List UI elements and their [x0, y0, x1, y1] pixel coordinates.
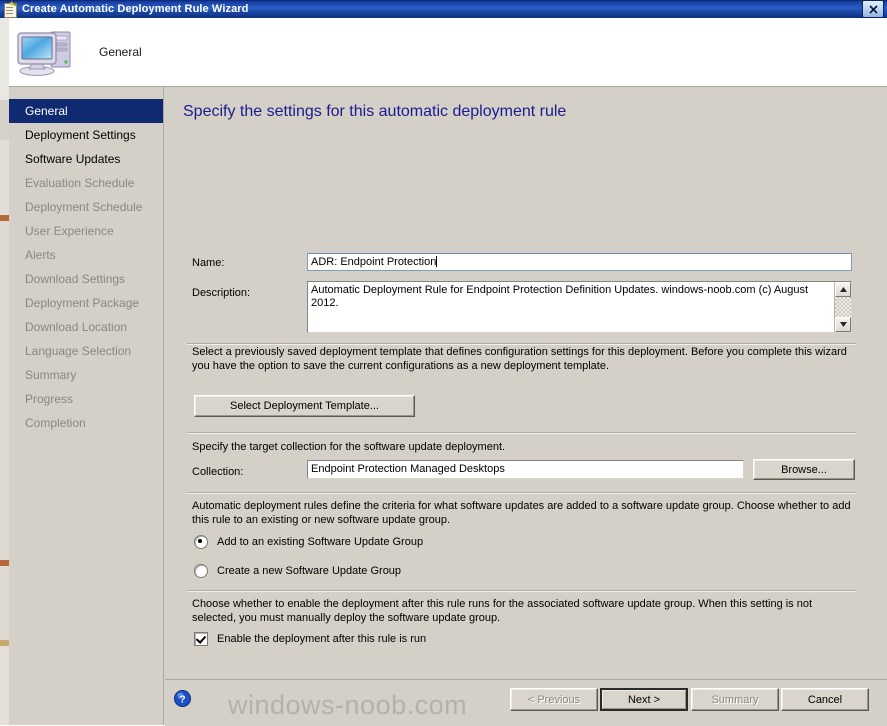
- wizard-page-content: Specify the settings for this automatic …: [165, 87, 887, 679]
- template-section-paragraph: Select a previously saved deployment tem…: [192, 346, 847, 372]
- description-input[interactable]: Automatic Deployment Rule for Endpoint P…: [307, 281, 852, 333]
- sidebar-item-progress: Progress: [9, 387, 163, 411]
- scroll-down-arrow-icon[interactable]: [835, 317, 851, 332]
- sidebar-item-label: Evaluation Schedule: [25, 176, 135, 190]
- sidebar-item-user-experience: User Experience: [9, 219, 163, 243]
- wizard-document-icon: ✦ ✦: [2, 0, 18, 18]
- browse-button[interactable]: Browse...: [753, 459, 855, 480]
- name-label: Name:: [192, 257, 225, 269]
- radio-icon: [194, 535, 208, 549]
- sidebar-item-download-location: Download Location: [9, 315, 163, 339]
- close-icon: [868, 4, 878, 14]
- enable-section-paragraph: Choose whether to enable the deployment …: [192, 598, 813, 624]
- sidebar-item-label: Download Location: [25, 320, 128, 334]
- sidebar-item-label: Deployment Schedule: [25, 200, 143, 214]
- divider: [187, 492, 856, 494]
- scroll-up-arrow-icon[interactable]: [835, 282, 851, 297]
- sidebar-item-label: Software Updates: [25, 152, 121, 166]
- divider: [187, 432, 856, 434]
- radio-add-existing-group-label: Add to an existing Software Update Group: [217, 536, 424, 548]
- summary-button: Summary: [691, 688, 779, 711]
- divider: [187, 590, 856, 592]
- svg-text:?: ?: [179, 693, 185, 705]
- collection-section-paragraph: Specify the target collection for the so…: [192, 441, 506, 453]
- cancel-button[interactable]: Cancel: [781, 688, 869, 711]
- sidebar-item-evaluation-schedule: Evaluation Schedule: [9, 171, 163, 195]
- sidebar-item-general[interactable]: General: [9, 99, 163, 123]
- description-input-value: Automatic Deployment Rule for Endpoint P…: [311, 284, 809, 309]
- checkbox-enable-deployment-label: Enable the deployment after this rule is…: [217, 633, 427, 645]
- wizard-footer: ? < Previous Next > Summary Cancel: [165, 679, 887, 726]
- sidebar-item-completion: Completion: [9, 411, 163, 435]
- wizard-step-label: General: [99, 45, 142, 59]
- text-caret: [436, 256, 438, 267]
- radio-add-existing-group[interactable]: Add to an existing Software Update Group: [194, 535, 423, 549]
- computer-monitor-icon: [15, 23, 79, 81]
- close-button[interactable]: [862, 0, 884, 18]
- previous-button: < Previous: [510, 688, 598, 711]
- window-title: Create Automatic Deployment Rule Wizard: [22, 3, 249, 15]
- wizard-header: General: [9, 18, 887, 87]
- sidebar-item-label: General: [25, 104, 68, 118]
- sidebar-item-label: Deployment Settings: [25, 128, 136, 142]
- sidebar-item-label: Completion: [25, 416, 86, 430]
- collection-label: Collection:: [192, 466, 244, 478]
- browse-button-label: Browse...: [781, 463, 827, 476]
- sidebar-item-software-updates[interactable]: Software Updates: [9, 147, 163, 171]
- wizard-window: ✦ ✦ Create Automatic Deployment Rule Wiz…: [0, 0, 887, 726]
- sidebar-item-language-selection: Language Selection: [9, 339, 163, 363]
- select-deployment-template-button[interactable]: Select Deployment Template...: [194, 395, 415, 417]
- collection-input[interactable]: Endpoint Protection Managed Desktops: [307, 460, 744, 479]
- summary-button-label: Summary: [711, 693, 759, 706]
- sidebar-item-label: Deployment Package: [25, 296, 140, 310]
- sidebar-item-label: User Experience: [25, 224, 114, 238]
- next-button[interactable]: Next >: [600, 688, 688, 711]
- sidebar-item-deployment-settings[interactable]: Deployment Settings: [9, 123, 163, 147]
- radio-create-new-group-label: Create a new Software Update Group: [217, 565, 402, 577]
- group-section-paragraph: Automatic deployment rules define the cr…: [192, 500, 851, 526]
- scrollbar-track[interactable]: [835, 297, 851, 317]
- sidebar-item-label: Language Selection: [25, 344, 132, 358]
- name-input[interactable]: ADR: Endpoint Protection: [307, 253, 852, 271]
- cancel-button-label: Cancel: [807, 693, 843, 706]
- sidebar-item-summary: Summary: [9, 363, 163, 387]
- wizard-step-list: General Deployment Settings Software Upd…: [9, 87, 164, 725]
- previous-button-label: < Previous: [527, 693, 581, 706]
- next-button-label: Next >: [627, 693, 661, 706]
- radio-icon: [194, 564, 208, 578]
- sidebar-item-download-settings: Download Settings: [9, 267, 163, 291]
- sidebar-item-label: Alerts: [25, 248, 56, 262]
- sidebar-item-label: Download Settings: [25, 272, 126, 286]
- radio-create-new-group[interactable]: Create a new Software Update Group: [194, 564, 401, 578]
- select-deployment-template-label: Select Deployment Template...: [230, 400, 379, 412]
- name-input-value: ADR: Endpoint Protection: [311, 256, 437, 268]
- sidebar-item-label: Summary: [25, 368, 77, 382]
- title-bar: ✦ ✦ Create Automatic Deployment Rule Wiz…: [0, 0, 887, 18]
- description-scrollbar[interactable]: [834, 282, 851, 332]
- help-question-icon[interactable]: ?: [174, 690, 191, 707]
- page-title: Specify the settings for this automatic …: [183, 103, 567, 120]
- sidebar-item-label: Progress: [25, 392, 74, 406]
- description-label: Description:: [192, 287, 251, 299]
- sidebar-item-alerts: Alerts: [9, 243, 163, 267]
- sidebar-item-deployment-schedule: Deployment Schedule: [9, 195, 163, 219]
- checkbox-enable-deployment[interactable]: Enable the deployment after this rule is…: [194, 632, 426, 646]
- sidebar-item-deployment-package: Deployment Package: [9, 291, 163, 315]
- collection-input-value: Endpoint Protection Managed Desktops: [311, 463, 505, 475]
- checkbox-icon: [194, 632, 208, 646]
